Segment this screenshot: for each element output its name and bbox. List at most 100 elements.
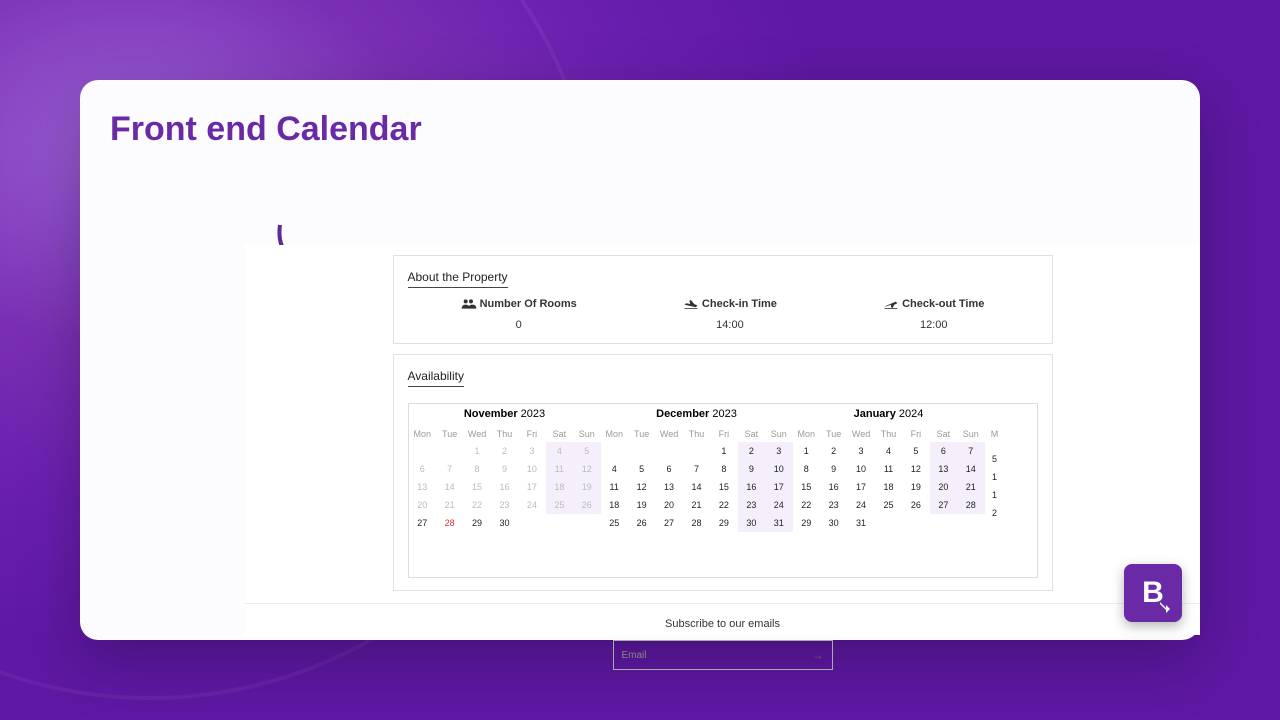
- calendar-day[interactable]: 6: [409, 460, 436, 478]
- calendar-day[interactable]: 1: [793, 442, 820, 460]
- calendar-day[interactable]: 10: [518, 460, 545, 478]
- calendar-day[interactable]: 15: [463, 478, 490, 496]
- calendar-day[interactable]: 1: [463, 442, 490, 460]
- calendar-day[interactable]: 6: [655, 460, 682, 478]
- calendar-day[interactable]: 27: [409, 514, 436, 532]
- calendar-container[interactable]: November 2023MonTueWedThuFriSatSun123456…: [408, 403, 1038, 578]
- calendar-day[interactable]: 12: [573, 460, 600, 478]
- calendar-day[interactable]: 5: [628, 460, 655, 478]
- calendar-day[interactable]: 20: [930, 478, 957, 496]
- calendar-day[interactable]: 28: [436, 514, 463, 532]
- calendar-day[interactable]: 1: [985, 468, 1005, 486]
- calendar-day[interactable]: 26: [628, 514, 655, 532]
- calendar-day[interactable]: 26: [573, 496, 600, 514]
- calendar-day[interactable]: 13: [409, 478, 436, 496]
- calendar-day[interactable]: 21: [957, 478, 984, 496]
- calendar-day[interactable]: 2: [820, 442, 847, 460]
- calendar-day[interactable]: 29: [463, 514, 490, 532]
- calendar-day[interactable]: 15: [710, 478, 737, 496]
- calendar-day[interactable]: 14: [683, 478, 710, 496]
- calendar-day[interactable]: 31: [847, 514, 874, 532]
- calendar-day[interactable]: 13: [655, 478, 682, 496]
- calendar-day[interactable]: 18: [601, 496, 628, 514]
- calendar-day[interactable]: 28: [957, 496, 984, 514]
- calendar-day[interactable]: 5: [985, 450, 1005, 468]
- calendar-day[interactable]: 8: [793, 460, 820, 478]
- calendar-day[interactable]: 9: [491, 460, 518, 478]
- calendar-day[interactable]: 19: [628, 496, 655, 514]
- calendar-day[interactable]: 10: [765, 460, 792, 478]
- calendar-day[interactable]: 30: [491, 514, 518, 532]
- calendar-day[interactable]: 12: [902, 460, 929, 478]
- calendar-day[interactable]: 3: [765, 442, 792, 460]
- calendar-day[interactable]: 25: [875, 496, 902, 514]
- calendar-day[interactable]: 25: [601, 514, 628, 532]
- calendar-day[interactable]: 11: [546, 460, 573, 478]
- calendar-day[interactable]: 16: [820, 478, 847, 496]
- calendar-day[interactable]: 7: [957, 442, 984, 460]
- submit-arrow-icon[interactable]: →: [812, 648, 824, 662]
- email-input[interactable]: Email →: [613, 640, 833, 670]
- calendar-day[interactable]: 1: [710, 442, 737, 460]
- calendar-day[interactable]: [985, 442, 1005, 450]
- calendar-day[interactable]: 3: [847, 442, 874, 460]
- calendar-day[interactable]: 8: [463, 460, 490, 478]
- calendar-day[interactable]: 20: [655, 496, 682, 514]
- calendar-day[interactable]: 23: [738, 496, 765, 514]
- calendar-day[interactable]: 21: [683, 496, 710, 514]
- calendar-day[interactable]: 4: [546, 442, 573, 460]
- calendar-day[interactable]: 23: [820, 496, 847, 514]
- calendar-day[interactable]: 27: [655, 514, 682, 532]
- calendar-day[interactable]: 24: [765, 496, 792, 514]
- calendar-day[interactable]: 22: [710, 496, 737, 514]
- calendar-day[interactable]: 14: [436, 478, 463, 496]
- calendar-day[interactable]: 16: [491, 478, 518, 496]
- calendar-day[interactable]: 17: [765, 478, 792, 496]
- calendar-day[interactable]: 6: [930, 442, 957, 460]
- calendar-day[interactable]: 11: [875, 460, 902, 478]
- calendar-day[interactable]: 2: [985, 504, 1005, 522]
- calendar-day[interactable]: 5: [573, 442, 600, 460]
- calendar-day[interactable]: 15: [793, 478, 820, 496]
- calendar-day[interactable]: 14: [957, 460, 984, 478]
- calendar-day[interactable]: 13: [930, 460, 957, 478]
- calendar-day[interactable]: 23: [491, 496, 518, 514]
- calendar-day[interactable]: 22: [463, 496, 490, 514]
- app-badge[interactable]: B: [1124, 564, 1182, 622]
- calendar-day[interactable]: 29: [710, 514, 737, 532]
- calendar-day[interactable]: 26: [902, 496, 929, 514]
- calendar-day[interactable]: 28: [683, 514, 710, 532]
- calendar-day[interactable]: 7: [683, 460, 710, 478]
- calendar-day[interactable]: 21: [436, 496, 463, 514]
- calendar-day[interactable]: 17: [518, 478, 545, 496]
- calendar-day[interactable]: 24: [847, 496, 874, 514]
- calendar-day[interactable]: 16: [738, 478, 765, 496]
- calendar-day[interactable]: 2: [491, 442, 518, 460]
- calendar-day[interactable]: 11: [601, 478, 628, 496]
- calendar-day[interactable]: 12: [628, 478, 655, 496]
- calendar-day[interactable]: 4: [601, 460, 628, 478]
- calendar-day[interactable]: 9: [738, 460, 765, 478]
- calendar-day[interactable]: 4: [875, 442, 902, 460]
- calendar-day[interactable]: 20: [409, 496, 436, 514]
- calendar-day[interactable]: 30: [738, 514, 765, 532]
- calendar-day[interactable]: 2: [738, 442, 765, 460]
- calendar-day[interactable]: 27: [930, 496, 957, 514]
- calendar-day[interactable]: 25: [546, 496, 573, 514]
- calendar-day[interactable]: 31: [765, 514, 792, 532]
- calendar-day[interactable]: 18: [546, 478, 573, 496]
- calendar-day[interactable]: 29: [793, 514, 820, 532]
- calendar-day[interactable]: 18: [875, 478, 902, 496]
- calendar-day[interactable]: 19: [573, 478, 600, 496]
- calendar-day[interactable]: 19: [902, 478, 929, 496]
- calendar-day[interactable]: 1: [985, 486, 1005, 504]
- calendar-day[interactable]: 30: [820, 514, 847, 532]
- calendar-day[interactable]: 22: [793, 496, 820, 514]
- calendar-day[interactable]: 10: [847, 460, 874, 478]
- calendar-day[interactable]: 3: [518, 442, 545, 460]
- calendar-day[interactable]: 9: [820, 460, 847, 478]
- calendar-day[interactable]: 24: [518, 496, 545, 514]
- calendar-day[interactable]: 7: [436, 460, 463, 478]
- calendar-day[interactable]: 8: [710, 460, 737, 478]
- calendar-day[interactable]: 17: [847, 478, 874, 496]
